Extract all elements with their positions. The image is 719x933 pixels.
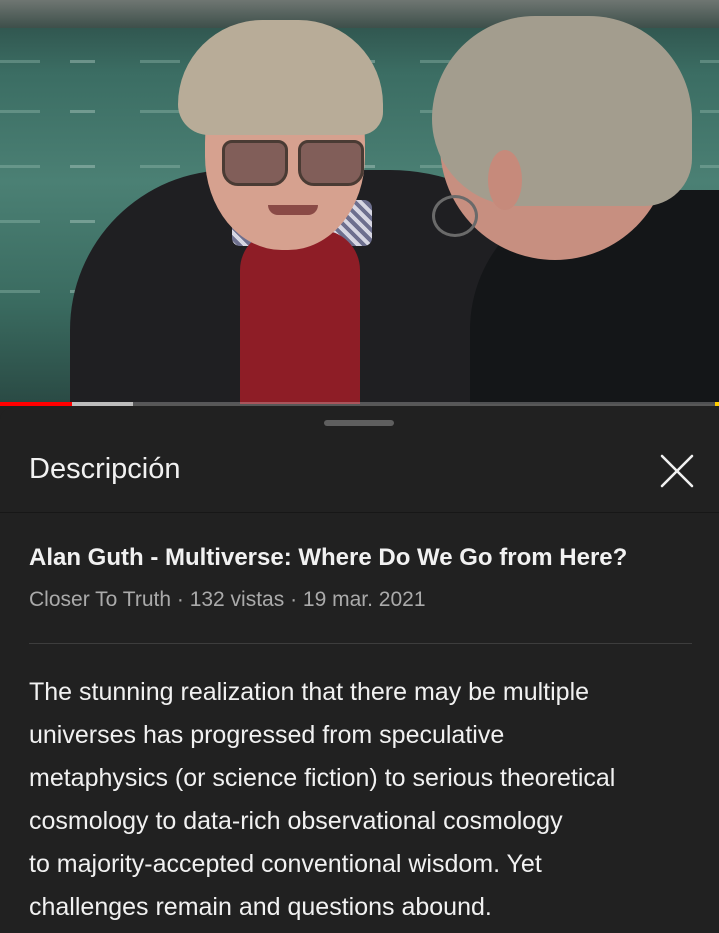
speaker-right-hair: [432, 16, 692, 206]
upload-date: 19 mar. 2021: [302, 588, 426, 611]
drag-handle[interactable]: [324, 420, 394, 426]
description-line: universes has progressed from speculativ…: [29, 721, 505, 749]
description-line: cosmology to data-rich observational cos…: [29, 807, 563, 835]
speaker-left-mouth: [268, 205, 318, 215]
speaker-left-sweater: [240, 230, 360, 404]
progress-played: [0, 402, 72, 406]
description-text: The stunning realization that there may …: [29, 671, 699, 929]
video-metadata: Closer To Truth · 132 vistas · 19 mar. 2…: [29, 586, 426, 614]
sheet-title: Descripción: [29, 453, 181, 485]
view-count: 132 vistas: [189, 588, 285, 611]
speaker-left-glasses: [222, 140, 364, 186]
meta-separator: ·: [284, 588, 303, 611]
channel-name[interactable]: Closer To Truth: [29, 588, 171, 611]
close-icon: [660, 454, 694, 488]
meta-separator: ·: [171, 588, 190, 611]
description-line: metaphysics (or science fiction) to seri…: [29, 764, 616, 792]
description-sheet: Descripción Alan Guth - Multiverse: Wher…: [0, 408, 719, 933]
video-progress-bar[interactable]: [0, 402, 719, 406]
progress-end-marker: [715, 402, 719, 406]
speaker-left-hair: [178, 20, 383, 135]
close-button[interactable]: [654, 448, 700, 494]
divider: [29, 643, 692, 644]
sheet-header: Descripción: [0, 434, 719, 513]
description-line: to majority-accepted conventional wisdom…: [29, 850, 542, 878]
speaker-right-ear: [488, 150, 522, 210]
description-line: The stunning realization that there may …: [29, 678, 590, 706]
speaker-right-glasses: [432, 195, 478, 237]
description-line: challenges remain and questions abound.: [29, 893, 492, 921]
video-player[interactable]: [0, 0, 719, 404]
video-title: Alan Guth - Multiverse: Where Do We Go f…: [29, 544, 628, 571]
